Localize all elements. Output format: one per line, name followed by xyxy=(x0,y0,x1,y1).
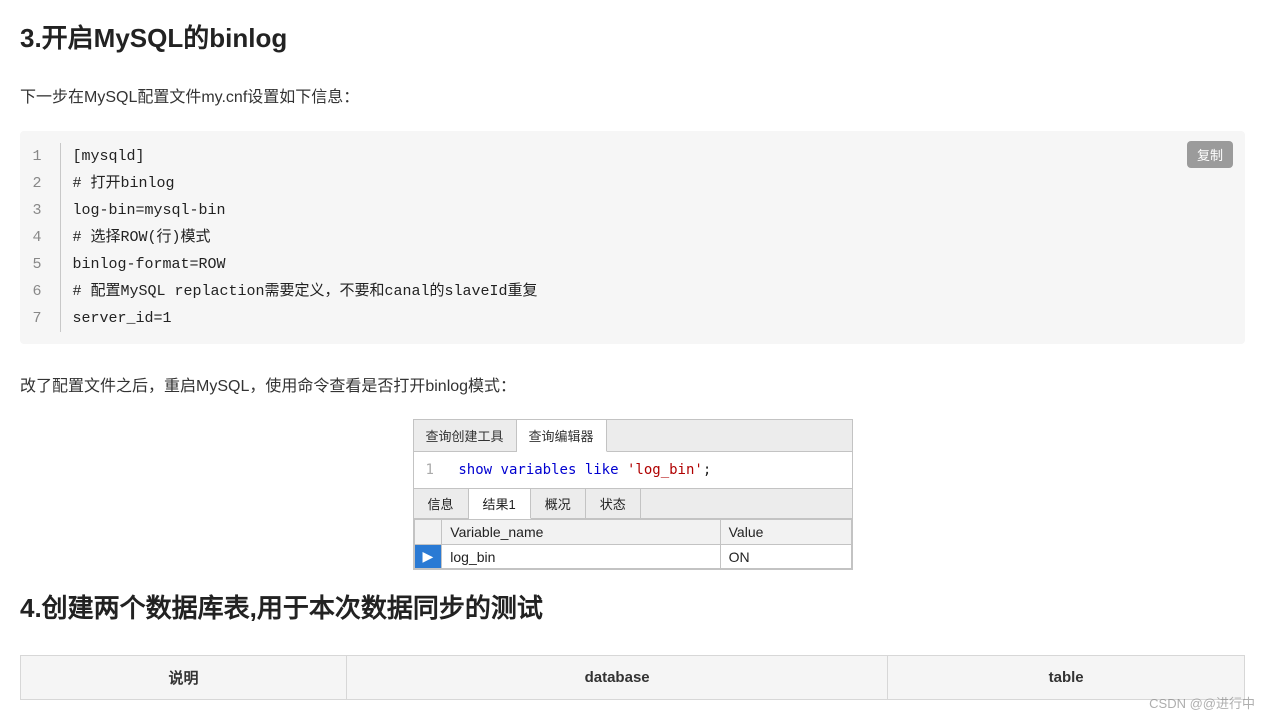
code-block-mycnf: 复制 1[mysqld] 2# 打开binlog 3log-bin=mysql-… xyxy=(20,131,1245,344)
watermark: CSDN @@进行中 xyxy=(1149,693,1255,712)
code-line: # 选择ROW(行)模式 xyxy=(60,224,538,251)
th-database: database xyxy=(346,656,887,700)
code-table: 1[mysqld] 2# 打开binlog 3log-bin=mysql-bin… xyxy=(30,143,538,332)
code-lineno: 2 xyxy=(30,170,60,197)
code-lineno: 4 xyxy=(30,224,60,251)
mysql-screenshot: 查询创建工具 查询编辑器 1 show variables like 'log_… xyxy=(413,419,853,570)
code-lineno: 5 xyxy=(30,251,60,278)
copy-button[interactable]: 复制 xyxy=(1187,141,1233,168)
section-heading-4: 4.创建两个数据库表,用于本次数据同步的测试 xyxy=(20,588,1245,625)
intro-paragraph-2: 改了配置文件之后，重启MySQL，使用命令查看是否打开binlog模式： xyxy=(20,374,1245,400)
pointer-header xyxy=(414,520,442,545)
query-tabs: 查询创建工具 查询编辑器 xyxy=(414,420,852,452)
code-lineno: 7 xyxy=(30,305,60,332)
code-line: # 打开binlog xyxy=(60,170,538,197)
sql-keyword: show xyxy=(458,462,492,478)
intro-paragraph-1: 下一步在MySQL配置文件my.cnf设置如下信息： xyxy=(20,85,1245,111)
section-heading-3: 3.开启MySQL的binlog xyxy=(20,18,1245,55)
code-lineno: 3 xyxy=(30,197,60,224)
code-line: binlog-format=ROW xyxy=(60,251,538,278)
cell-value: ON xyxy=(720,545,851,569)
sql-editor: 1 show variables like 'log_bin'; xyxy=(414,452,852,489)
code-line: # 配置MySQL replaction需要定义，不要和canal的slaveI… xyxy=(60,278,538,305)
sql-string: 'log_bin' xyxy=(627,462,703,478)
tab-info: 信息 xyxy=(414,489,469,518)
cell-variable-name: log_bin xyxy=(442,545,720,569)
col-variable-name: Variable_name xyxy=(442,520,720,545)
sql-keyword: like xyxy=(585,462,619,478)
db-tables-table: 说明 database table xyxy=(20,655,1245,700)
code-lineno: 1 xyxy=(30,143,60,170)
code-line: server_id=1 xyxy=(60,305,538,332)
row-pointer-icon: ▶ xyxy=(414,545,442,569)
tab-result1: 结果1 xyxy=(469,489,531,519)
code-line: [mysqld] xyxy=(60,143,538,170)
code-lineno: 6 xyxy=(30,278,60,305)
col-value: Value xyxy=(720,520,851,545)
tab-query-builder: 查询创建工具 xyxy=(414,420,517,451)
editor-lineno: 1 xyxy=(426,462,434,478)
code-line: log-bin=mysql-bin xyxy=(60,197,538,224)
tab-profile: 概况 xyxy=(531,489,586,518)
tab-query-editor: 查询编辑器 xyxy=(517,420,607,452)
th-description: 说明 xyxy=(21,656,347,700)
result-row: ▶ log_bin ON xyxy=(414,545,851,569)
tab-status: 状态 xyxy=(586,489,641,518)
sql-keyword: variables xyxy=(501,462,577,478)
result-table: Variable_name Value ▶ log_bin ON xyxy=(414,519,852,569)
result-tabs: 信息 结果1 概况 状态 xyxy=(414,489,852,519)
sql-end: ; xyxy=(703,462,711,478)
